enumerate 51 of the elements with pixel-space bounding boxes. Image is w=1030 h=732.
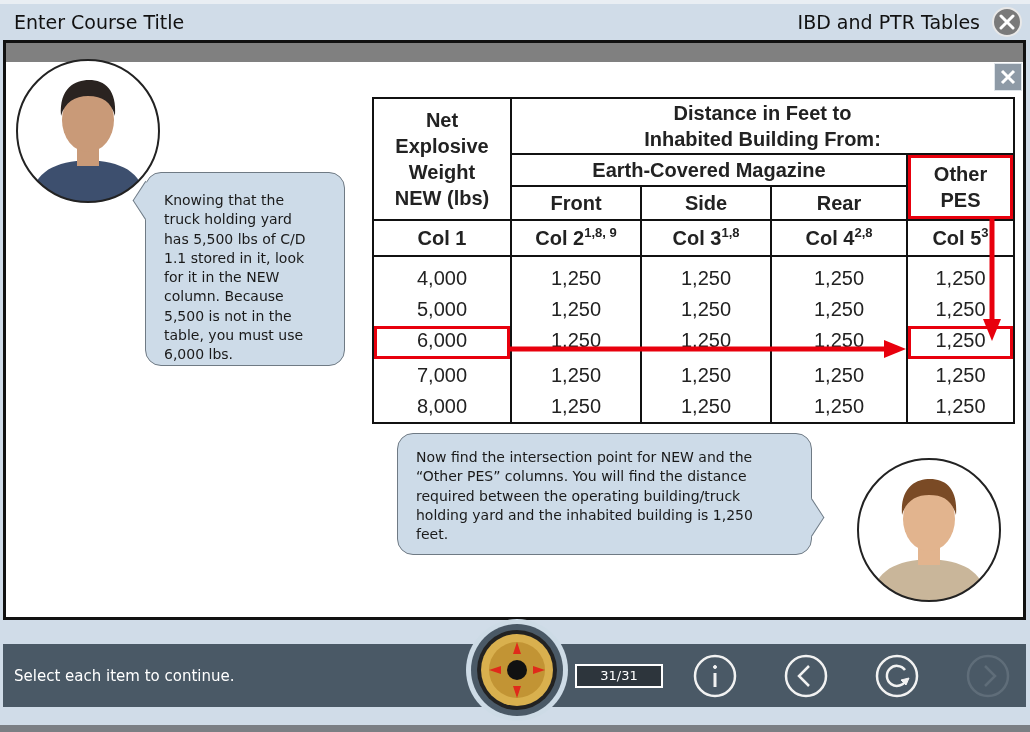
header-text: Net Explosive Weight NEW (lbs): [393, 108, 491, 211]
bubble-text: Knowing that the truck holding yard has 5,500 lbs of C/D 1.1 stored in it, look for it in the NEW column. Because 5,500 is not in the table, you must use 6,000 lbs.: [164, 191, 307, 365]
course-title: Enter Course Title: [14, 11, 186, 33]
table-cell: 7,000: [373, 360, 511, 391]
replay-button[interactable]: [875, 653, 919, 698]
header-text: Rear: [816, 192, 862, 214]
table-cell: 1,250: [771, 391, 907, 423]
table-cell: 1,250: [511, 256, 641, 294]
header-text: Distance in Feet to Inhabited Building From:: [643, 101, 882, 152]
back-button[interactable]: [784, 653, 828, 698]
column-label: Col 5$^{3}$: [932, 227, 989, 249]
info-icon: [693, 653, 737, 698]
table-cell: 1,250: [641, 294, 771, 325]
table-cell: 4,000: [373, 256, 511, 294]
instruction-text: Select each item to continue.: [14, 666, 236, 685]
info-button[interactable]: [693, 653, 737, 698]
header-text: Other PES: [932, 162, 989, 213]
column-label: Col 2$^{1,8, 9}$: [535, 227, 617, 249]
header-text: Earth-Covered Magazine: [592, 159, 826, 181]
table-cell: 1,250: [771, 360, 907, 391]
page-title: IBD and PTR Tables: [797, 11, 980, 33]
close-icon: [999, 14, 1015, 30]
table-cell: 1,250: [511, 325, 641, 360]
column-label: Col 4$^{2,8}$: [805, 227, 873, 249]
table-cell: 1,250: [641, 360, 771, 391]
table-cell: 1,250: [907, 391, 1014, 423]
back-icon: [784, 653, 828, 698]
header-text: Side: [684, 192, 728, 214]
table-cell: 1,250: [907, 360, 1014, 391]
table-cell: 8,000: [373, 391, 511, 423]
table-cell: 1,250: [771, 256, 907, 294]
table-cell: 5,000: [373, 294, 511, 325]
column-label: Col 3$^{1,8}$: [672, 227, 740, 249]
header-text: Front: [550, 192, 602, 214]
table-cell: 1,250: [511, 294, 641, 325]
table-cell: 1,250: [771, 294, 907, 325]
bubble-text: Now find the intersection point for NEW and the “Other PES” columns. You will find the distance required between the operating building/truck holding yard and the inhabited building is 1,250 feet.: [416, 448, 754, 545]
table-cell: 1,250: [511, 360, 641, 391]
table-cell: 1,250: [641, 391, 771, 423]
table-cell: 1,250: [641, 256, 771, 294]
table-cell: 1,250: [641, 325, 771, 360]
table-cell: 1,250: [907, 325, 1014, 360]
close-button[interactable]: [992, 7, 1022, 37]
replay-icon: [875, 653, 919, 698]
close-button[interactable]: [994, 63, 1022, 91]
page-counter: 31/31: [575, 663, 663, 688]
table-cell: 1,250: [511, 391, 641, 423]
column-label: Col 1: [417, 227, 467, 249]
close-icon: [1000, 69, 1016, 85]
table-cell: 6,000: [373, 325, 511, 360]
table-cell: 1,250: [907, 256, 1014, 294]
